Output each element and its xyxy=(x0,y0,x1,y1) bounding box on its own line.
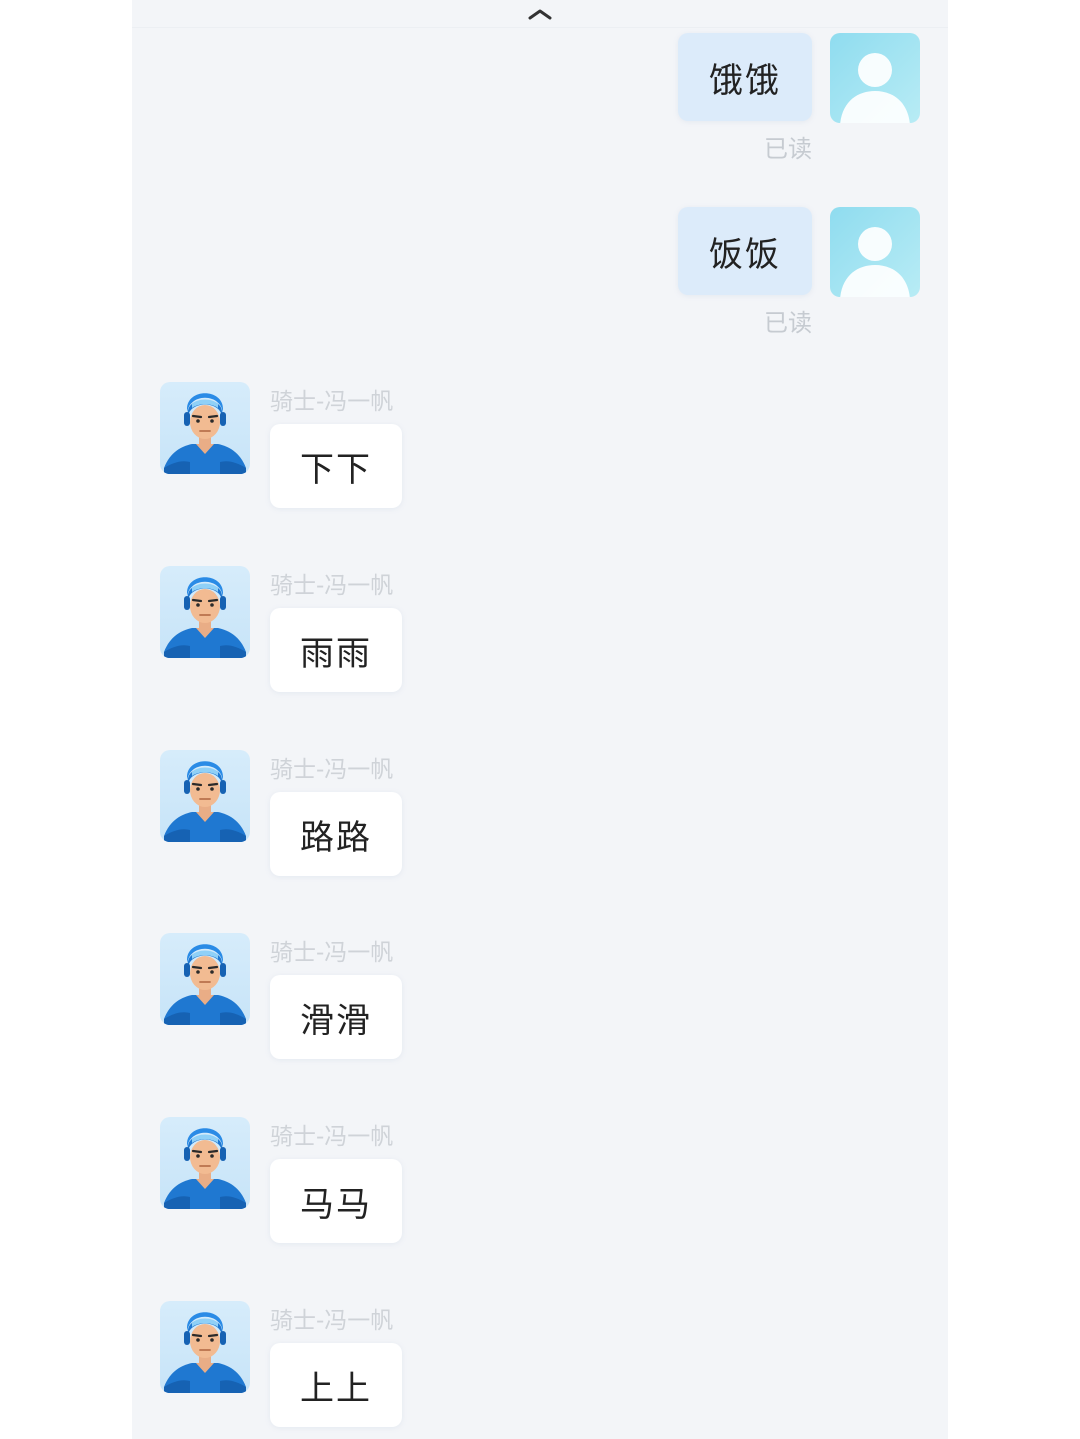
incoming-bubble[interactable]: 路路 xyxy=(270,792,402,876)
read-status: 已读 xyxy=(764,135,812,163)
outgoing-bubble[interactable]: 饭饭 xyxy=(678,207,812,295)
sender-name: 骑士-冯一帆 xyxy=(270,1308,394,1334)
incoming-message: 骑士-冯一帆 下下 xyxy=(160,382,460,522)
incoming-message: 骑士-冯一帆 雨雨 xyxy=(160,566,460,706)
rider-avatar-icon[interactable] xyxy=(160,1301,250,1393)
outgoing-message: 饭饭 已读 xyxy=(660,207,920,337)
chat-window: 饿饿 已读 饭饭 已读 骑士-冯一帆 下下 骑士-冯一帆 雨雨 骑士-冯一帆 路… xyxy=(132,0,948,1439)
read-status: 已读 xyxy=(764,309,812,337)
incoming-message: 骑士-冯一帆 滑滑 xyxy=(160,933,460,1073)
sender-name: 骑士-冯一帆 xyxy=(270,389,394,415)
incoming-bubble[interactable]: 马马 xyxy=(270,1159,402,1243)
rider-avatar-icon[interactable] xyxy=(160,750,250,842)
incoming-message: 骑士-冯一帆 上上 xyxy=(160,1301,460,1439)
incoming-message: 骑士-冯一帆 马马 xyxy=(160,1117,460,1257)
rider-avatar-icon[interactable] xyxy=(160,933,250,1025)
chevron-up-icon[interactable] xyxy=(526,6,554,22)
outgoing-message: 饿饿 已读 xyxy=(660,33,920,163)
incoming-bubble[interactable]: 下下 xyxy=(270,424,402,508)
incoming-bubble[interactable]: 滑滑 xyxy=(270,975,402,1059)
default-user-avatar-icon[interactable] xyxy=(830,33,920,123)
rider-avatar-icon[interactable] xyxy=(160,1117,250,1209)
incoming-message: 骑士-冯一帆 路路 xyxy=(160,750,460,890)
sender-name: 骑士-冯一帆 xyxy=(270,573,394,599)
default-user-avatar-icon[interactable] xyxy=(830,207,920,297)
incoming-bubble[interactable]: 雨雨 xyxy=(270,608,402,692)
rider-avatar-icon[interactable] xyxy=(160,566,250,658)
sender-name: 骑士-冯一帆 xyxy=(270,757,394,783)
incoming-bubble[interactable]: 上上 xyxy=(270,1343,402,1427)
outgoing-bubble[interactable]: 饿饿 xyxy=(678,33,812,121)
header-divider xyxy=(132,27,948,28)
rider-avatar-icon[interactable] xyxy=(160,382,250,474)
sender-name: 骑士-冯一帆 xyxy=(270,1124,394,1150)
sender-name: 骑士-冯一帆 xyxy=(270,940,394,966)
